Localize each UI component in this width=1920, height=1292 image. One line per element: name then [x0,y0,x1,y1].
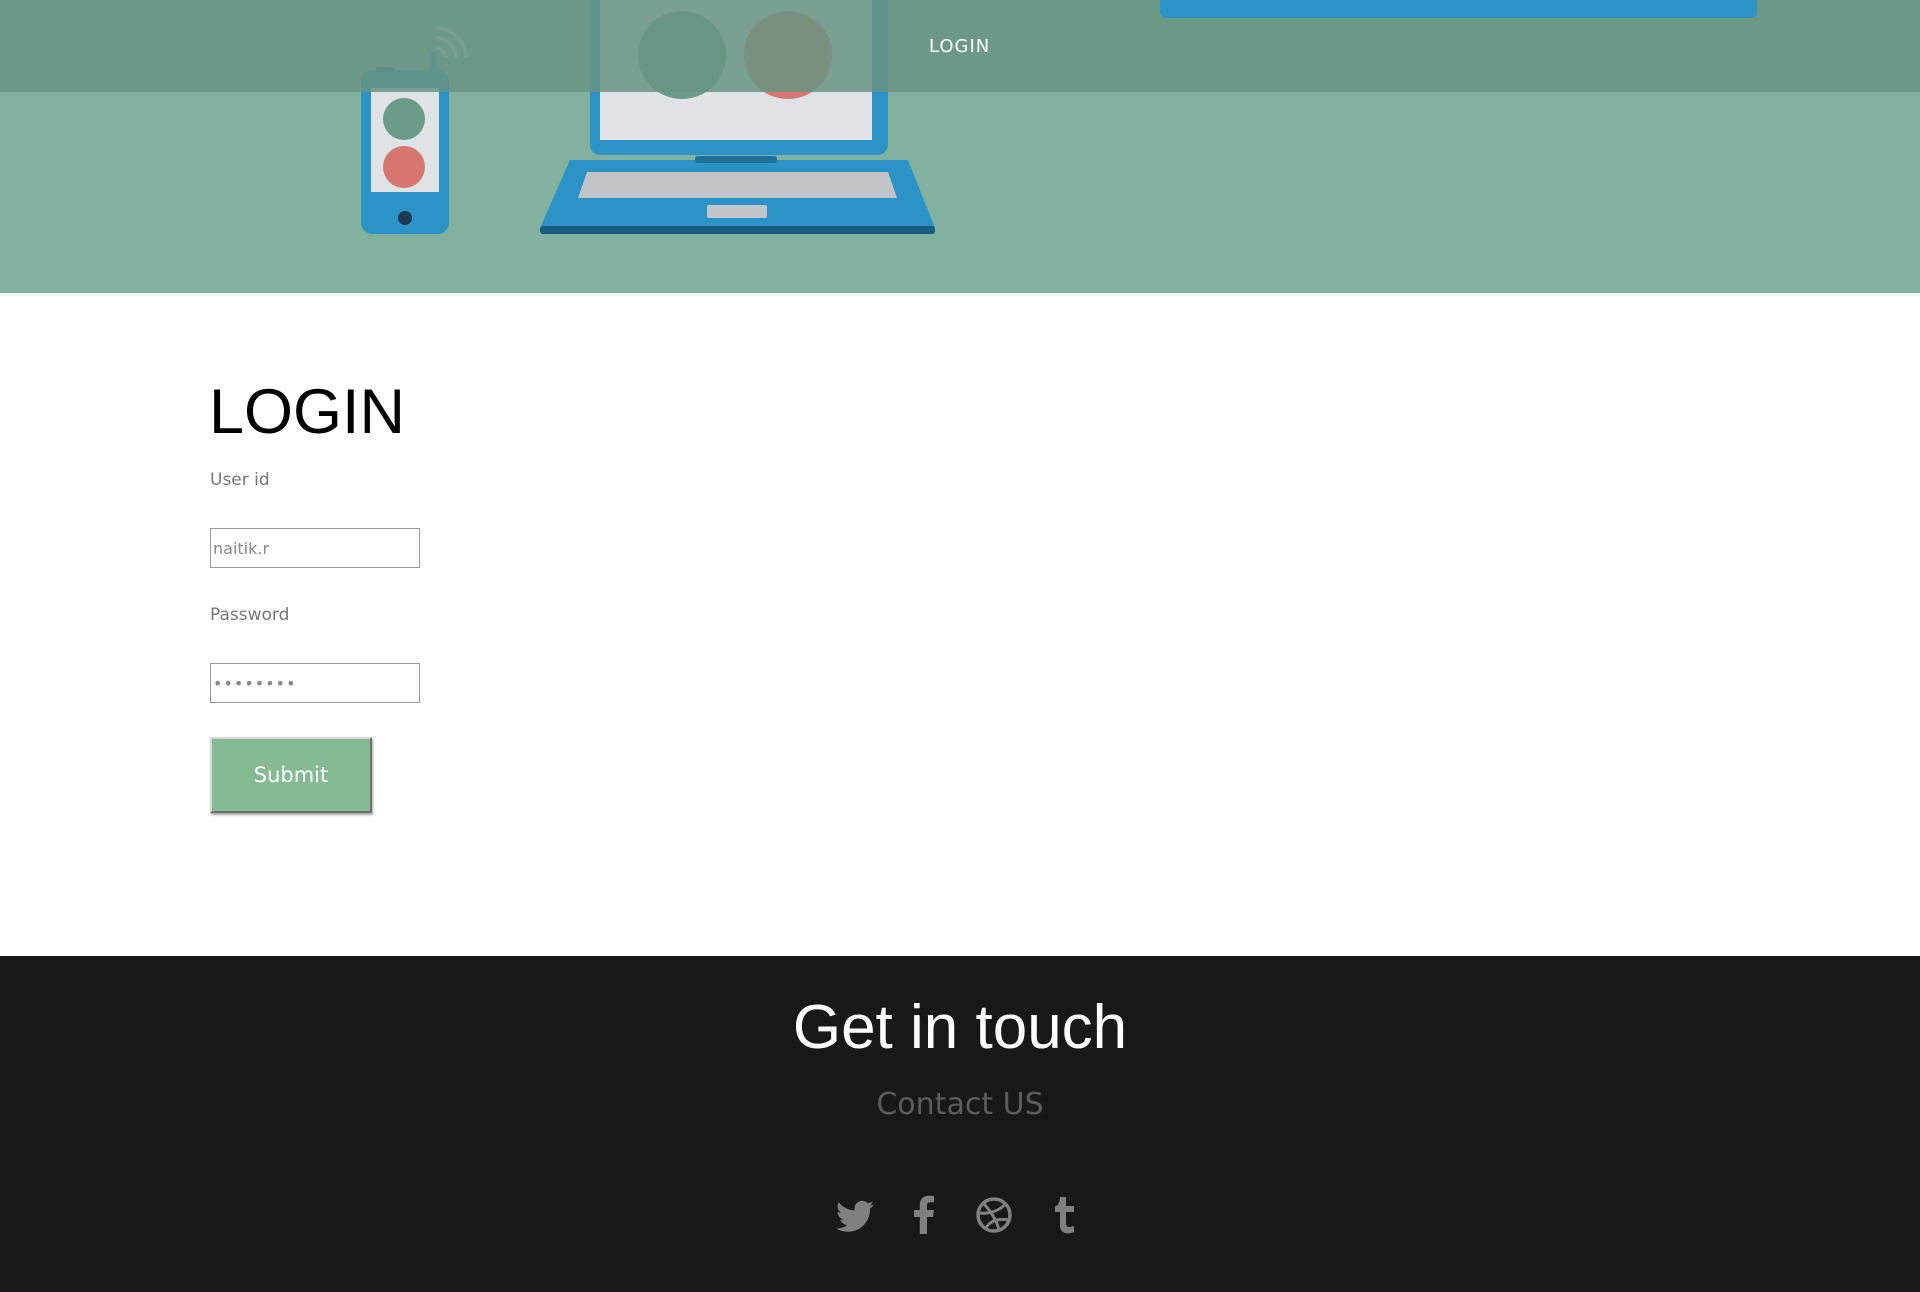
footer: Get in touch Contact US [0,956,1920,1292]
submit-button[interactable]: Submit [210,737,372,813]
twitter-icon[interactable] [830,1190,880,1240]
contact-us-link[interactable]: Contact US [0,1087,1920,1122]
footer-title: Get in touch [792,993,1128,1062]
page-title: LOGIN [209,377,406,447]
tumblr-icon[interactable] [1040,1190,1090,1240]
password-label: Password [210,605,290,625]
hero-banner: LOGIN [0,0,1920,293]
user-id-input[interactable] [210,528,420,568]
facebook-icon[interactable] [899,1190,949,1240]
social-links [830,1190,1090,1240]
header-action-button[interactable] [1160,0,1757,18]
dribbble-icon[interactable] [969,1190,1019,1240]
login-section: LOGIN User id Password Submit [0,293,1920,956]
password-input[interactable] [210,663,420,703]
user-id-label: User id [210,470,270,490]
nav-login-link[interactable]: LOGIN [929,36,990,57]
